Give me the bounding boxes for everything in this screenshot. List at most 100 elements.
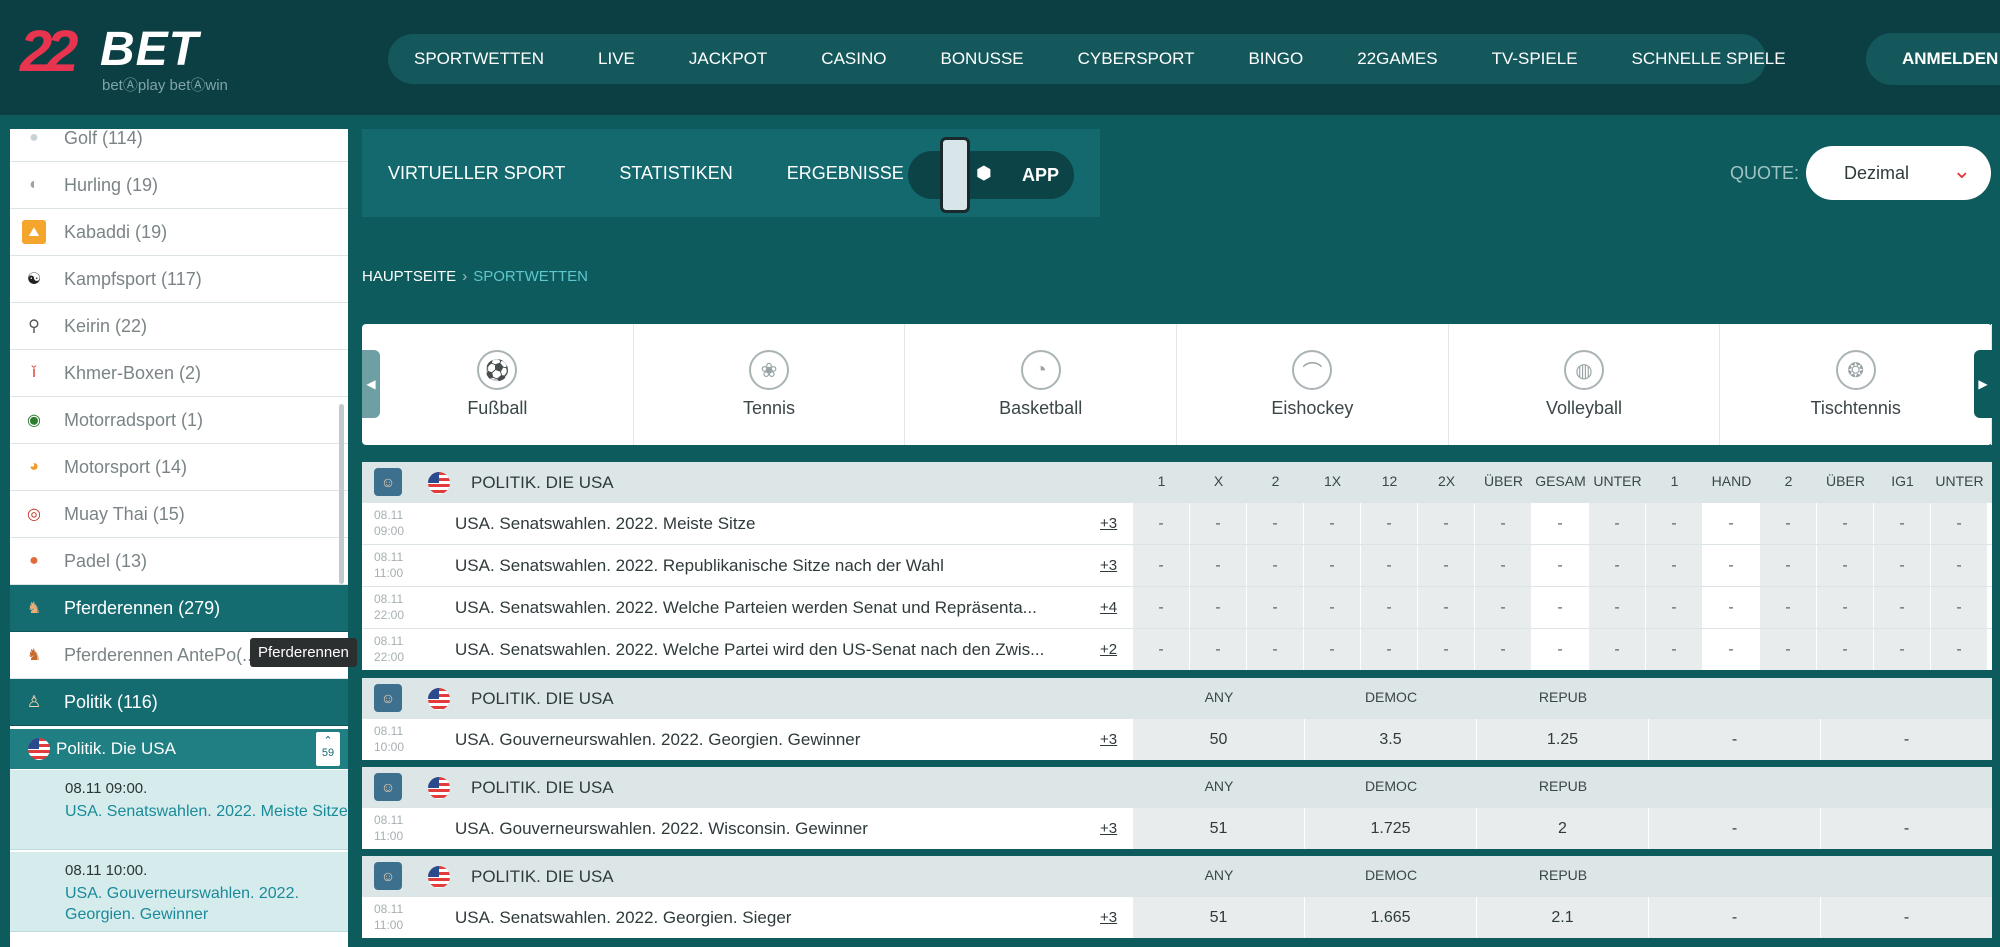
odds-cell[interactable]: 1.25	[1477, 719, 1648, 760]
sidebar-item-golf[interactable]: ● Golf (114)	[10, 129, 348, 162]
sidebar-item-politik[interactable]: ♙ Politik (116)	[10, 679, 348, 726]
sidebar-scrollbar[interactable]	[339, 404, 344, 584]
odds-cell[interactable]: -	[1361, 545, 1417, 586]
odds-cell[interactable]: -	[1760, 503, 1816, 544]
nav-casino[interactable]: CASINO	[821, 49, 886, 69]
odds-cell[interactable]: 51	[1133, 897, 1304, 938]
breadcrumb-home[interactable]: HAUPTSEITE	[362, 268, 456, 285]
more-markets-link[interactable]: +2	[1100, 641, 1117, 658]
event-name[interactable]: USA. Gouverneurswahlen. 2022. Wisconsin.…	[455, 819, 1075, 839]
odds-cell[interactable]: -	[1133, 587, 1189, 628]
odds-cell[interactable]: -	[1817, 629, 1873, 670]
column-header[interactable]: GESAM	[1532, 473, 1589, 489]
event-name[interactable]: USA. Senatswahlen. 2022. Welche Parteien…	[455, 598, 1075, 618]
sport-basketball[interactable]: ◔ Basketball	[905, 324, 1178, 445]
odds-cell[interactable]: -	[1304, 587, 1360, 628]
odds-cell[interactable]: -	[1703, 629, 1759, 670]
odds-cell[interactable]: 1.725	[1305, 808, 1476, 849]
odds-cell[interactable]: -	[1821, 897, 1992, 938]
odds-cell[interactable]: -	[1703, 587, 1759, 628]
odds-cell[interactable]: -	[1247, 545, 1303, 586]
sidebar-item-motorradsport[interactable]: ◉ Motorradsport (1)	[10, 397, 348, 444]
sport-eishockey[interactable]: ⌒ Eishockey	[1177, 324, 1449, 445]
odds-cell[interactable]: -	[1133, 629, 1189, 670]
sport-volleyball[interactable]: ◍ Volleyball	[1449, 324, 1721, 445]
sidebar-event[interactable]: 08.11 09:00. USA. Senatswahlen. 2022. Me…	[10, 770, 348, 850]
sidebar-item-hurling[interactable]: ◐ Hurling (19)	[10, 162, 348, 209]
odds-cell[interactable]: -	[1931, 587, 1987, 628]
odds-cell[interactable]: 51	[1133, 808, 1304, 849]
odds-cell[interactable]: 3.5	[1305, 719, 1476, 760]
odds-cell[interactable]: -	[1760, 629, 1816, 670]
sport-tischtennis[interactable]: ❂ Tischtennis	[1720, 324, 1993, 445]
odds-cell[interactable]: -	[1475, 545, 1531, 586]
odds-cell[interactable]: -	[1649, 719, 1820, 760]
sidebar-item-muay-thai[interactable]: ◎ Muay Thai (15)	[10, 491, 348, 538]
nav-statistiken[interactable]: STATISTIKEN	[619, 163, 732, 184]
more-markets-link[interactable]: +3	[1100, 909, 1117, 926]
odds-cell[interactable]: -	[1418, 629, 1474, 670]
nav-ergebnisse[interactable]: ERGEBNISSE	[787, 163, 904, 184]
nav-bingo[interactable]: BINGO	[1248, 49, 1303, 69]
odds-cell[interactable]: -	[1646, 503, 1702, 544]
table-row[interactable]: 08.11 09:00 USA. Senatswahlen. 2022. Meist…	[362, 502, 1992, 544]
odds-cell[interactable]: -	[1361, 587, 1417, 628]
odds-cell[interactable]: -	[1646, 587, 1702, 628]
nav-cybersport[interactable]: CYBERSPORT	[1078, 49, 1195, 69]
more-markets-link[interactable]: +3	[1100, 515, 1117, 532]
odds-cell[interactable]: -	[1821, 808, 1992, 849]
odds-cell[interactable]: -	[1760, 545, 1816, 586]
odds-cell[interactable]: -	[1589, 545, 1645, 586]
sidebar-item-padel[interactable]: ● Padel (13)	[10, 538, 348, 585]
odds-cell[interactable]: -	[1418, 503, 1474, 544]
nav-tv-spiele[interactable]: TV-SPIELE	[1492, 49, 1578, 69]
table-row[interactable]: 08.11 22:00 USA. Senatswahlen. 2022. Welch…	[362, 586, 1992, 628]
odds-cell[interactable]: -	[1874, 587, 1930, 628]
odds-cell[interactable]: 50	[1133, 719, 1304, 760]
event-name[interactable]: USA. Gouverneurswahlen. 2022. Georgien. …	[455, 730, 1075, 750]
column-header[interactable]: HAND	[1703, 473, 1760, 489]
table-row[interactable]: 08.11 11:00 USA. Gouverneurswahlen. 2022.…	[362, 807, 1992, 849]
odds-cell[interactable]: -	[1361, 629, 1417, 670]
odds-cell[interactable]: -	[1703, 545, 1759, 586]
nav-bonusse[interactable]: BONUSSE	[940, 49, 1023, 69]
table-row[interactable]: 08.11 11:00 USA. Senatswahlen. 2022. Geor…	[362, 896, 1992, 938]
odds-cell[interactable]: -	[1247, 629, 1303, 670]
odds-cell[interactable]: -	[1361, 503, 1417, 544]
odds-cell[interactable]: 1.665	[1305, 897, 1476, 938]
odds-cell[interactable]: -	[1190, 587, 1246, 628]
odds-cell[interactable]: -	[1931, 545, 1987, 586]
odds-cell[interactable]: -	[1874, 545, 1930, 586]
odds-cell[interactable]: -	[1304, 503, 1360, 544]
event-name[interactable]: USA. Senatswahlen. 2022. Republikanische…	[455, 556, 1075, 576]
odds-cell[interactable]: -	[1532, 587, 1588, 628]
nav-virtueller-sport[interactable]: VIRTUELLER SPORT	[388, 163, 565, 184]
odds-cell[interactable]: -	[1532, 629, 1588, 670]
nav-schnelle-spiele[interactable]: SCHNELLE SPIELE	[1632, 49, 1786, 69]
odds-cell[interactable]: -	[1418, 545, 1474, 586]
more-markets-link[interactable]: +3	[1100, 820, 1117, 837]
odds-cell[interactable]: -	[1646, 629, 1702, 670]
table-row[interactable]: 08.11 11:00 USA. Senatswahlen. 2022. Repub…	[362, 544, 1992, 586]
sidebar-item-pferderennen[interactable]: ♞ Pferderennen (279)	[10, 585, 348, 632]
odds-cell[interactable]: -	[1475, 587, 1531, 628]
odds-cell[interactable]: -	[1304, 629, 1360, 670]
odds-cell[interactable]: -	[1649, 808, 1820, 849]
odds-cell[interactable]: -	[1589, 587, 1645, 628]
odds-cell[interactable]: -	[1931, 503, 1987, 544]
event-name[interactable]: USA. Senatswahlen. 2022. Welche Partei w…	[455, 640, 1075, 660]
sidebar-subcategory-politik-usa[interactable]: Politik. Die USA ⌃ 59	[10, 729, 348, 769]
table-row[interactable]: 08.11 22:00 USA. Senatswahlen. 2022. Welch…	[362, 628, 1992, 670]
table-row[interactable]: 08.11 10:00 USA. Gouverneurswahlen. 2022.…	[362, 718, 1992, 760]
odds-cell[interactable]: -	[1304, 545, 1360, 586]
carousel-prev-button[interactable]: ◀	[362, 350, 380, 418]
event-name[interactable]: USA. Senatswahlen. 2022. Georgien. Siege…	[455, 908, 1075, 928]
more-markets-link[interactable]: +4	[1100, 599, 1117, 616]
column-header[interactable]: 12	[1361, 473, 1418, 489]
sport-tennis[interactable]: ❀ Tennis	[634, 324, 906, 445]
app-download-button[interactable]: ⬢ APP	[908, 137, 1074, 213]
odds-cell[interactable]: -	[1133, 503, 1189, 544]
odds-cell[interactable]: -	[1703, 503, 1759, 544]
quote-format-select[interactable]: Dezimal ⌄	[1806, 146, 1991, 200]
collapse-toggle[interactable]: ⌃ 59	[316, 732, 340, 766]
